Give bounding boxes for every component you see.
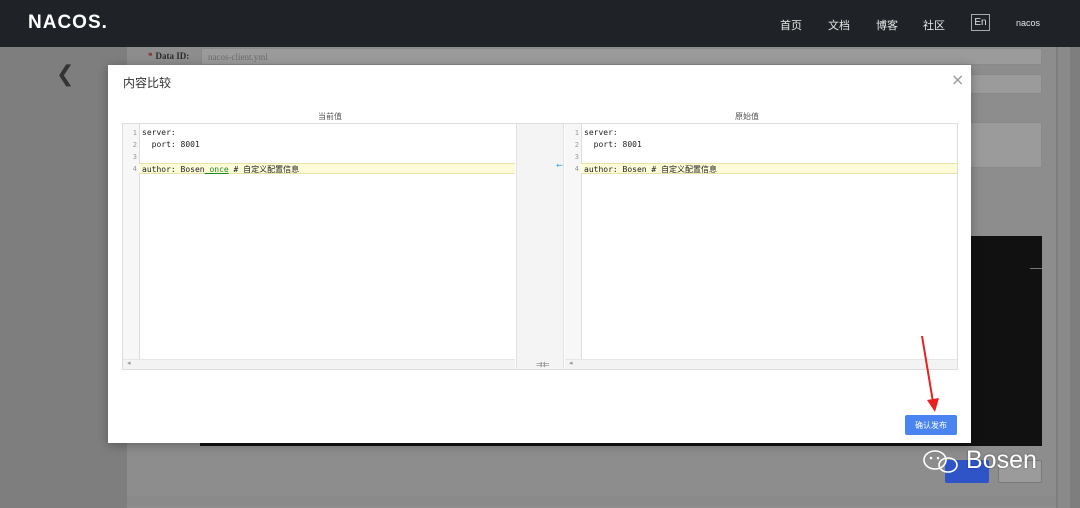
wechat-logo-icon [923, 450, 958, 473]
annotation-arrow-icon [921, 335, 939, 412]
watermark-text: Bosen [966, 446, 1037, 474]
